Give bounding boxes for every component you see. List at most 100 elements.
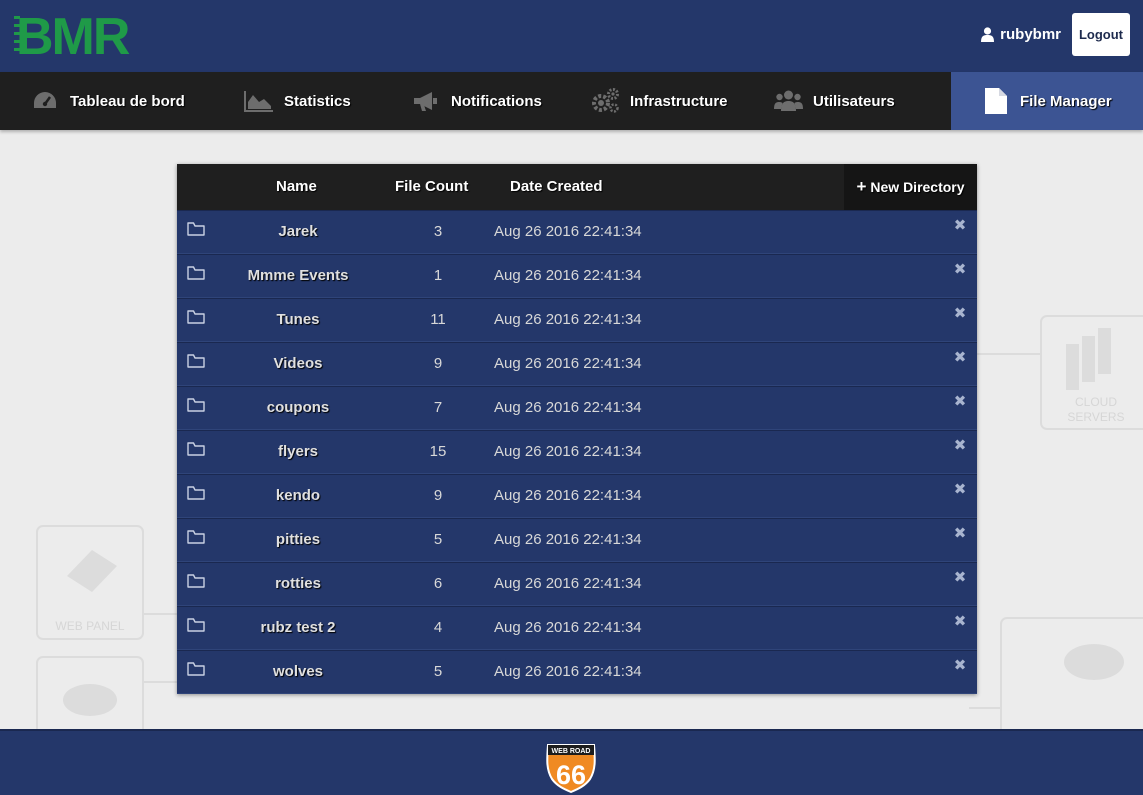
table-row[interactable]: kendo 9 Aug 26 2016 22:41:34 ✖ <box>177 474 977 518</box>
table-row[interactable]: rotties 6 Aug 26 2016 22:41:34 ✖ <box>177 562 977 606</box>
table-row[interactable]: Mmme Events 1 Aug 26 2016 22:41:34 ✖ <box>177 254 977 298</box>
directory-name[interactable]: wolves <box>213 651 383 693</box>
delete-icon[interactable]: ✖ <box>953 526 967 541</box>
file-manager-table: Name File Count Date Created + New Direc… <box>177 164 977 694</box>
megaphone-icon <box>412 90 439 112</box>
directory-name[interactable]: Videos <box>213 343 383 385</box>
nav-item-infrastructure[interactable]: Infrastructure <box>576 72 774 130</box>
file-count: 4 <box>433 619 443 636</box>
directory-name[interactable]: Jarek <box>213 211 383 253</box>
column-header-file-count[interactable]: File Count <box>395 164 468 210</box>
date-created: Aug 26 2016 22:41:34 <box>494 575 642 592</box>
delete-icon[interactable]: ✖ <box>953 482 967 497</box>
folder-icon <box>187 618 205 632</box>
new-directory-label: New Directory <box>870 179 965 195</box>
folder-icon <box>187 310 205 324</box>
directory-name[interactable]: rubz test 2 <box>213 607 383 649</box>
folder-icon <box>187 486 205 500</box>
folder-icon <box>187 574 205 588</box>
users-icon <box>774 89 803 113</box>
nav-label: File Manager <box>1020 92 1112 110</box>
file-icon <box>984 87 1008 115</box>
date-created: Aug 26 2016 22:41:34 <box>494 355 642 372</box>
top-header: BMR rubybmr Logout <box>0 0 1143 72</box>
web-panel-label: WEB PANEL <box>55 619 124 633</box>
cloud-servers-line1: CLOUD <box>1075 395 1117 409</box>
nav-label: Notifications <box>451 92 542 110</box>
file-count: 11 <box>430 311 446 328</box>
logout-button[interactable]: Logout <box>1072 13 1130 56</box>
user-icon <box>981 26 995 42</box>
username: rubybmr <box>1000 25 1061 43</box>
file-count: 5 <box>433 663 443 680</box>
folder-icon <box>187 442 205 456</box>
file-count: 7 <box>433 399 443 416</box>
nav-item-notifications[interactable]: Notifications <box>388 72 576 130</box>
directory-name[interactable]: pitties <box>213 519 383 561</box>
nav-label: Infrastructure <box>630 92 728 110</box>
directory-name[interactable]: kendo <box>213 475 383 517</box>
main-nav: Tableau de bord Statistics Notifications… <box>0 72 1143 130</box>
column-header-name[interactable]: Name <box>276 164 317 210</box>
nav-item-statistics[interactable]: Statistics <box>220 72 388 130</box>
file-count: 5 <box>433 531 443 548</box>
bmr-logo[interactable]: BMR <box>14 12 180 58</box>
gears-icon <box>591 88 620 114</box>
current-user[interactable]: rubybmr <box>981 24 1061 44</box>
delete-icon[interactable]: ✖ <box>953 218 967 233</box>
folder-icon <box>187 266 205 280</box>
delete-icon[interactable]: ✖ <box>953 570 967 585</box>
date-created: Aug 26 2016 22:41:34 <box>494 487 642 504</box>
directory-name[interactable]: rotties <box>213 563 383 605</box>
table-row[interactable]: flyers 15 Aug 26 2016 22:41:34 ✖ <box>177 430 977 474</box>
file-count: 9 <box>433 487 443 504</box>
nav-item-utilisateurs[interactable]: Utilisateurs <box>774 72 951 130</box>
directory-name[interactable]: flyers <box>213 431 383 473</box>
footer: WEB ROAD 66 <box>0 729 1143 795</box>
nav-label: Tableau de bord <box>70 92 185 110</box>
nav-label: Statistics <box>284 92 351 110</box>
date-created: Aug 26 2016 22:41:34 <box>494 531 642 548</box>
route-66-shield-logo[interactable]: WEB ROAD 66 <box>544 741 598 793</box>
file-count: 1 <box>433 267 443 284</box>
date-created: Aug 26 2016 22:41:34 <box>494 267 642 284</box>
column-header-date-created[interactable]: Date Created <box>510 164 603 210</box>
table-row[interactable]: rubz test 2 4 Aug 26 2016 22:41:34 ✖ <box>177 606 977 650</box>
nav-label: Utilisateurs <box>813 92 895 110</box>
delete-icon[interactable]: ✖ <box>953 658 967 673</box>
area-chart-icon <box>244 90 274 112</box>
delete-icon[interactable]: ✖ <box>953 614 967 629</box>
new-directory-button[interactable]: + New Directory <box>844 164 977 210</box>
date-created: Aug 26 2016 22:41:34 <box>494 663 642 680</box>
date-created: Aug 26 2016 22:41:34 <box>494 619 642 636</box>
date-created: Aug 26 2016 22:41:34 <box>494 311 642 328</box>
file-count: 15 <box>429 443 447 460</box>
nav-item-tableau-de-bord[interactable]: Tableau de bord <box>0 72 220 130</box>
file-count: 3 <box>433 223 443 240</box>
delete-icon[interactable]: ✖ <box>953 262 967 277</box>
nav-item-file-manager[interactable]: File Manager <box>951 72 1143 130</box>
delete-icon[interactable]: ✖ <box>953 350 967 365</box>
folder-icon <box>187 398 205 412</box>
plus-icon: + <box>856 177 867 196</box>
directory-name[interactable]: coupons <box>213 387 383 429</box>
folder-icon <box>187 354 205 368</box>
dashboard-icon <box>32 90 58 112</box>
table-row[interactable]: wolves 5 Aug 26 2016 22:41:34 ✖ <box>177 650 977 694</box>
badge-top-text: WEB ROAD <box>552 748 591 755</box>
table-row[interactable]: coupons 7 Aug 26 2016 22:41:34 ✖ <box>177 386 977 430</box>
file-count: 9 <box>433 355 443 372</box>
file-count: 6 <box>433 575 443 592</box>
directory-name[interactable]: Tunes <box>213 299 383 341</box>
delete-icon[interactable]: ✖ <box>953 306 967 321</box>
table-row[interactable]: Tunes 11 Aug 26 2016 22:41:34 ✖ <box>177 298 977 342</box>
delete-icon[interactable]: ✖ <box>953 438 967 453</box>
delete-icon[interactable]: ✖ <box>953 394 967 409</box>
table-row[interactable]: Videos 9 Aug 26 2016 22:41:34 ✖ <box>177 342 977 386</box>
directory-name[interactable]: Mmme Events <box>213 255 383 297</box>
badge-number: 66 <box>556 760 586 790</box>
folder-icon <box>187 530 205 544</box>
table-row[interactable]: Jarek 3 Aug 26 2016 22:41:34 ✖ <box>177 210 977 254</box>
table-row[interactable]: pitties 5 Aug 26 2016 22:41:34 ✖ <box>177 518 977 562</box>
table-header: Name File Count Date Created + New Direc… <box>177 164 977 210</box>
